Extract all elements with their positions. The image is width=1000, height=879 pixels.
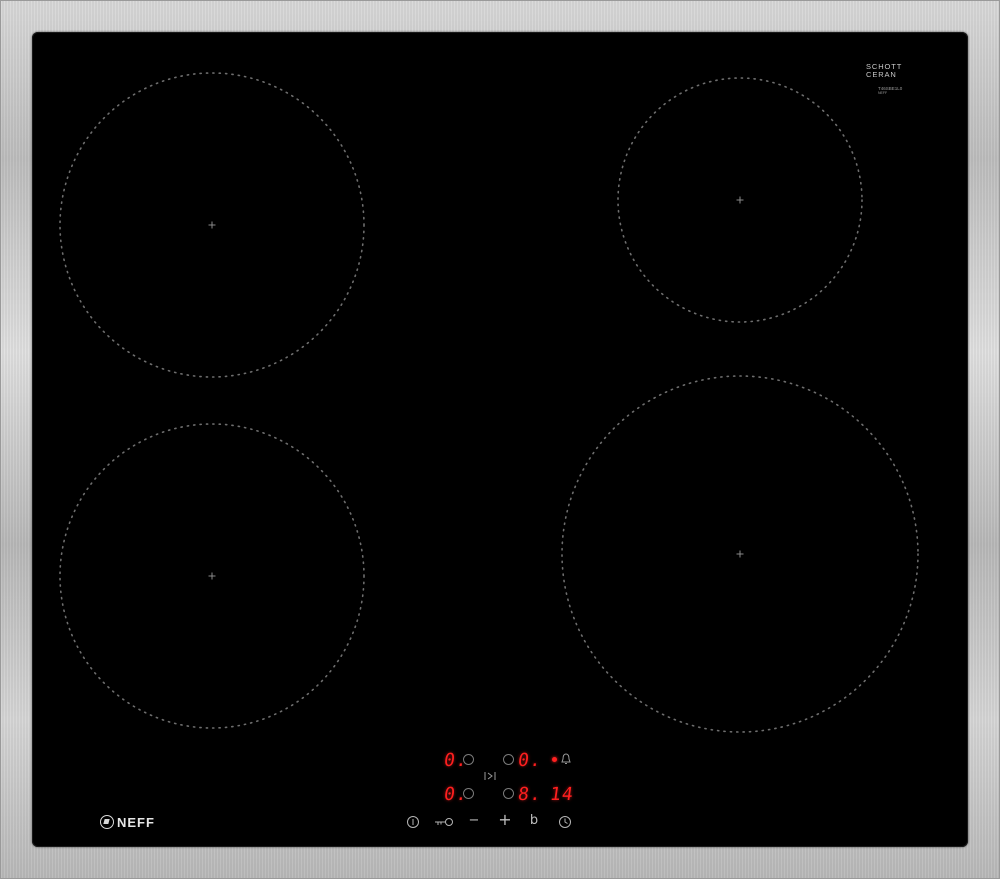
child-lock-icon[interactable] <box>434 817 454 827</box>
neff-logo: NEFF <box>100 813 155 831</box>
zone-indicator-ring[interactable] <box>503 788 514 799</box>
zone-select-icon[interactable] <box>483 771 497 781</box>
model-brand: NEFF <box>878 91 888 95</box>
zone-indicator-ring[interactable] <box>463 788 474 799</box>
plus-button[interactable]: + <box>497 812 513 829</box>
zone-center-mark <box>208 221 216 229</box>
timer-icon[interactable] <box>558 815 572 829</box>
zone-center-mark <box>208 572 216 580</box>
alarm-bell-icon[interactable] <box>560 752 572 766</box>
zone-level-display-rear-left: 0. <box>516 750 544 771</box>
schott-ceran-badge: SCHOTT CERAN <box>866 63 926 79</box>
power-icon[interactable] <box>406 815 420 829</box>
neff-logo-text: NEFF <box>117 814 155 830</box>
neff-logo-icon <box>100 815 114 829</box>
timer-active-indicator <box>552 757 557 762</box>
zone-indicator-ring[interactable] <box>503 754 514 765</box>
zone-indicator-ring[interactable] <box>463 754 474 765</box>
zone-center-mark <box>736 196 744 204</box>
minus-button[interactable]: − <box>466 814 482 830</box>
ceran-label: CERAN <box>866 70 897 79</box>
zone-level-display-front-right: 8. <box>516 784 544 805</box>
boost-button[interactable]: b <box>526 814 542 830</box>
zone-center-mark <box>736 550 744 558</box>
timer-display: 14 <box>548 784 576 805</box>
cooking-zones-layer <box>59 72 919 733</box>
model-label: T46SBE1L0 NEFF <box>878 86 928 96</box>
